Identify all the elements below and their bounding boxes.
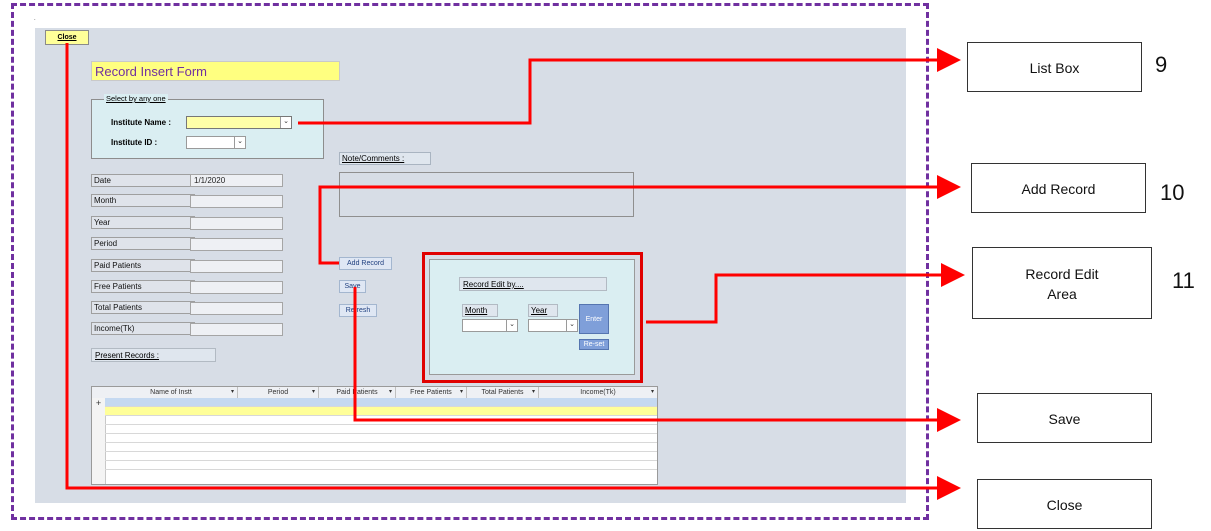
arrow-list-box [298, 48, 961, 125]
arrow-save [353, 287, 961, 432]
callout-add-record: Add Record [971, 163, 1146, 213]
arrow-add-record [318, 175, 961, 265]
callout-number-10: 10 [1160, 180, 1185, 205]
callout-number-11: 11 [1172, 268, 1195, 293]
arrow-record-edit-area [646, 263, 965, 324]
callout-number-9: 9 [1155, 52, 1168, 77]
callout-close: Close [977, 479, 1152, 529]
callout-record-edit-area: Record Edit Area [972, 247, 1152, 319]
callout-list-box: List Box [967, 42, 1142, 92]
callout-save: Save [977, 393, 1152, 443]
